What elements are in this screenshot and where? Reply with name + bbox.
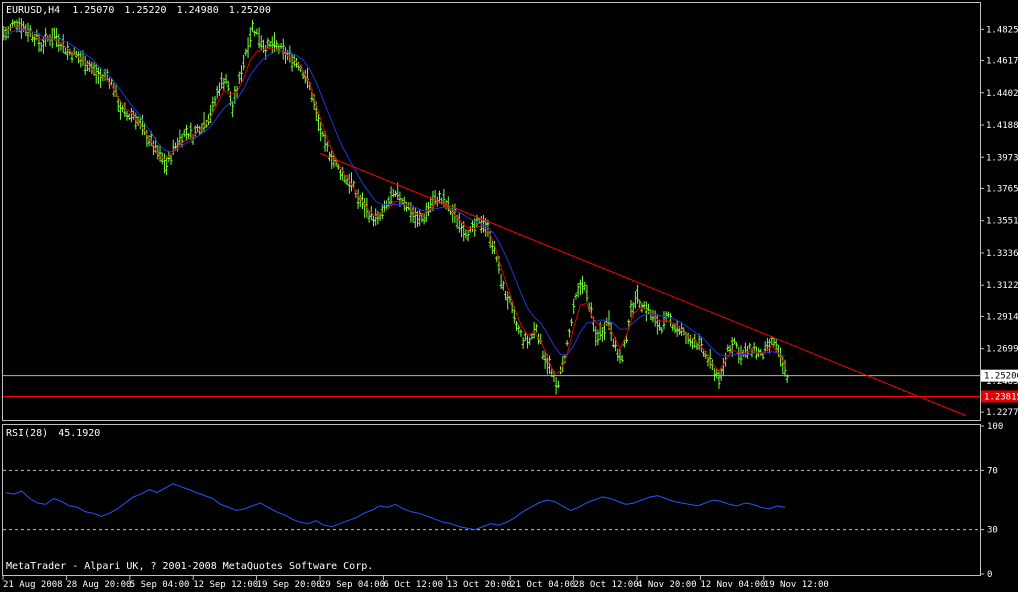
price-tick-label: 1.33365: [986, 249, 1018, 259]
price-tick-label: 1.48250: [986, 25, 1018, 35]
time-tick-label: 28 Aug 20:00: [66, 580, 131, 590]
rsi-tick-label: 0: [987, 570, 992, 580]
chart-background: [0, 0, 1018, 592]
rsi-tick-label: 100: [987, 422, 1003, 432]
time-tick-label: 29 Sep 04:00: [320, 580, 385, 590]
support-price-tag: 1.23815: [981, 390, 1018, 403]
price-tick-label: 1.31220: [986, 281, 1018, 291]
time-tick-label: 4 Nov 20:00: [637, 580, 697, 590]
price-tick-label: 1.29140: [986, 312, 1018, 322]
current-price-tag-label: 1.25200: [984, 372, 1018, 382]
symbol-header: EURUSD,H4 1.25070 1.25220 1.24980 1.2520…: [6, 5, 271, 16]
support-price-tag-label: 1.23815: [984, 392, 1018, 402]
rsi-header: RSI(28) 45.1920: [6, 428, 100, 439]
price-tick-label: 1.35510: [986, 217, 1018, 227]
time-tick-label: 6 Oct 12:00: [383, 580, 443, 590]
time-tick-label: 13 Oct 20:00: [447, 580, 512, 590]
time-tick-label: 28 Oct 12:00: [574, 580, 639, 590]
time-tick-label: 21 Oct 04:00: [510, 580, 575, 590]
rsi-tick-label: 70: [987, 466, 998, 476]
time-tick-label: 5 Sep 04:00: [130, 580, 190, 590]
price-tick-label: 1.41880: [986, 121, 1018, 131]
time-tick-label: 21 Aug 2008: [3, 580, 63, 590]
price-tick-label: 1.37655: [986, 185, 1018, 195]
price-tick-label: 1.46170: [986, 57, 1018, 67]
price-tick-label: 1.26995: [986, 345, 1018, 355]
time-tick-label: 12 Nov 04:00: [700, 580, 765, 590]
price-tick-label: 1.39735: [986, 153, 1018, 163]
time-tick-label: 19 Nov 12:00: [764, 580, 829, 590]
rsi-tick-label: 30: [987, 526, 998, 536]
price-tick-label: 1.44025: [986, 89, 1018, 99]
price-tick-label: 1.22770: [986, 408, 1018, 418]
time-tick-label: 12 Sep 12:00: [193, 580, 258, 590]
time-tick-label: 19 Sep 20:00: [257, 580, 322, 590]
chart-window[interactable]: EURUSD,H4 1.25070 1.25220 1.24980 1.2520…: [0, 0, 1018, 592]
current-price-tag: 1.25200: [981, 369, 1018, 382]
copyright-text: MetaTrader - Alpari UK, ? 2001-2008 Meta…: [6, 561, 373, 572]
